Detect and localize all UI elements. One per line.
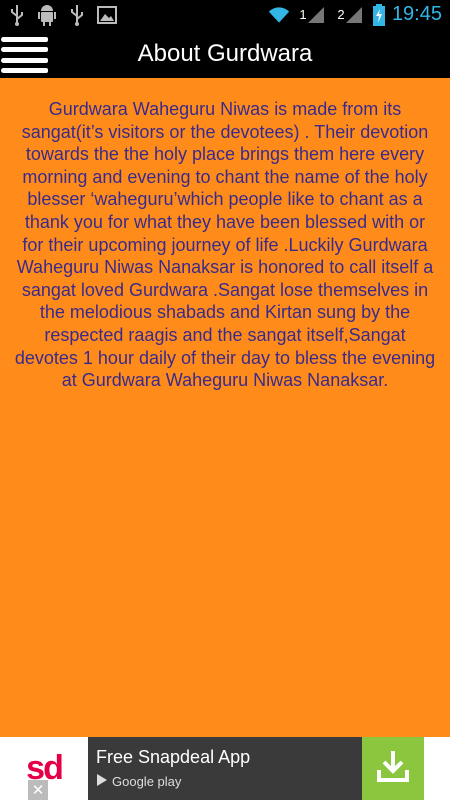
- signal-icon: 2: [334, 4, 366, 26]
- clock: 19:45: [391, 3, 442, 25]
- about-text: Gurdwara Waheguru Niwas is made from its…: [14, 99, 436, 391]
- ad-banner[interactable]: sd ✕ Free Snapdeal App Google play: [0, 737, 450, 800]
- wifi-icon: [268, 4, 290, 26]
- play-icon: [96, 773, 108, 790]
- title-bar: About Gurdwara: [0, 32, 450, 78]
- notification-icons: [6, 4, 118, 26]
- battery-charging-icon: [372, 3, 386, 26]
- ad-close-button[interactable]: ✕: [28, 780, 48, 800]
- ad-title: Free Snapdeal App: [96, 747, 251, 767]
- system-icons: 1 2 19:45: [268, 3, 442, 26]
- usb-icon: [66, 4, 88, 26]
- store-label: Google play: [112, 774, 182, 789]
- download-button[interactable]: [362, 737, 424, 800]
- page-title: About Gurdwara: [137, 40, 313, 67]
- ad-body[interactable]: Free Snapdeal App Google play: [88, 737, 362, 800]
- download-icon: [375, 748, 411, 789]
- usb-icon: [6, 4, 28, 26]
- image-icon: [96, 4, 118, 26]
- ad-store: Google play: [96, 773, 181, 790]
- status-bar: 1 2 19:45: [0, 0, 450, 32]
- android-icon: [36, 4, 58, 26]
- signal-icon: 1: [296, 4, 328, 26]
